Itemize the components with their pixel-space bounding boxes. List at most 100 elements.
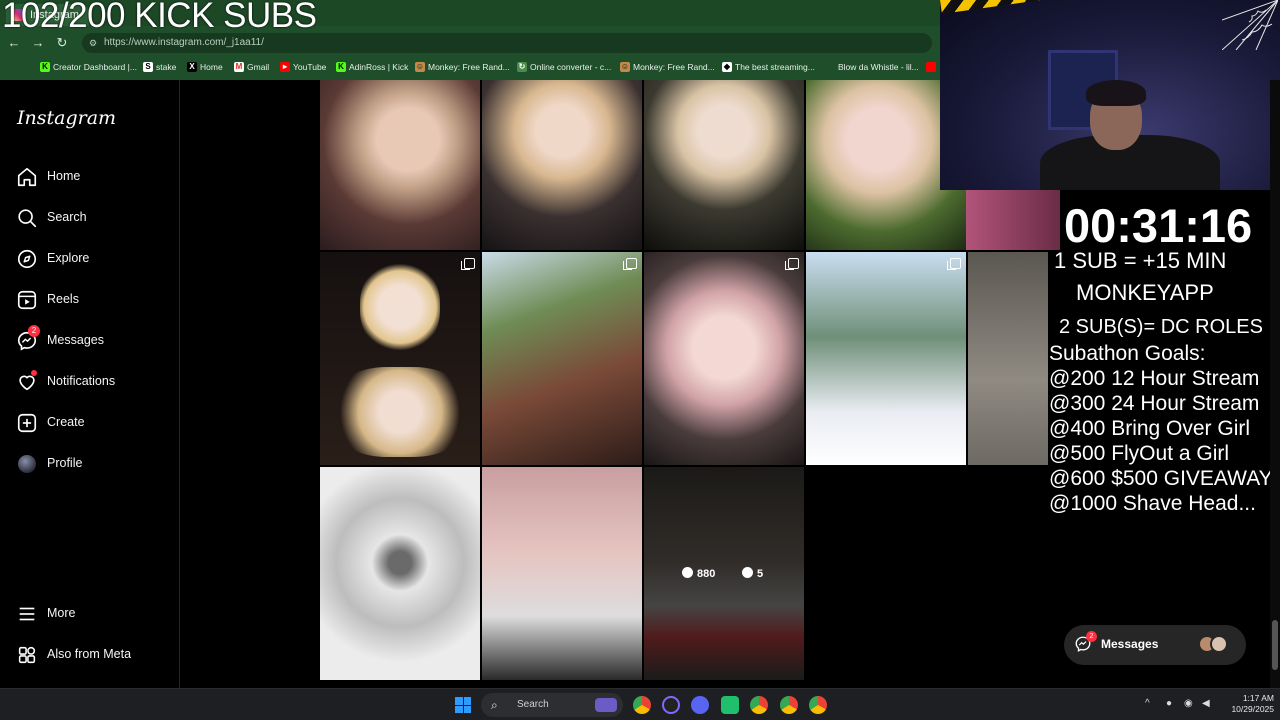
url-field[interactable]: ⚙ https://www.instagram.com/_j1aa11/ <box>82 33 932 53</box>
converter-icon: ↻ <box>517 62 527 72</box>
sidebar-item-create[interactable]: Create <box>16 410 166 436</box>
app-icon[interactable] <box>662 696 680 714</box>
bookmark-item[interactable]: ☺ Monkey: Free Rand... <box>415 59 510 75</box>
streamer-hair <box>1086 80 1146 106</box>
x-icon: X <box>187 62 197 72</box>
sidebar-item-messages[interactable]: 2 Messages <box>16 325 166 354</box>
overlay-line: 2 SUB(S)= DC ROLES <box>1059 316 1263 338</box>
messages-float-badge: 2 <box>1086 631 1097 642</box>
bookmark-item[interactable]: M Gmail <box>234 59 269 75</box>
sidebar-item-explore[interactable]: Explore <box>16 246 166 272</box>
network-icon[interactable]: ◉ <box>1184 698 1193 709</box>
sidebar-item-search[interactable]: Search <box>16 205 166 231</box>
chrome-icon[interactable] <box>633 696 651 714</box>
bookmark-item[interactable]: ◆ The best streaming... <box>722 59 815 75</box>
photo-subject <box>360 262 440 352</box>
subathon-timer: 00:31:16 <box>1064 199 1253 252</box>
likes-count: 880 <box>682 567 715 580</box>
instagram-sidebar: Instagram Home Search Explore Reels 2 Me… <box>0 80 180 688</box>
bookmark-item[interactable]: K Creator Dashboard |... <box>40 59 137 75</box>
discord-icon[interactable] <box>691 696 709 714</box>
bookmark-item[interactable]: Sstake <box>143 59 176 75</box>
post-thumbnail[interactable] <box>482 80 642 250</box>
post-thumbnail[interactable] <box>320 467 480 680</box>
chrome-icon[interactable] <box>750 696 768 714</box>
post-thumbnail[interactable] <box>644 80 804 250</box>
bookmark-item[interactable]: X Home <box>187 59 223 75</box>
spiderweb-icon <box>1222 0 1278 50</box>
chrome-icon[interactable] <box>809 696 827 714</box>
volume-icon[interactable]: ◀ <box>1202 698 1210 709</box>
bookmark-item[interactable]: ↻ Online converter - c... <box>517 59 611 75</box>
heart-filled-icon <box>682 567 693 578</box>
windows-start-icon[interactable] <box>455 697 471 713</box>
microphone-icon[interactable]: ● <box>1166 698 1172 709</box>
app-icon[interactable] <box>721 696 739 714</box>
bookmark-item[interactable]: ☺ Monkey: Free Rand... <box>620 59 715 75</box>
post-hover-overlay <box>644 467 804 680</box>
clock-time: 1:17 AM <box>1242 693 1274 703</box>
reels-icon <box>17 290 37 310</box>
url-text: https://www.instagram.com/_j1aa11/ <box>104 37 264 48</box>
carousel-icon <box>623 258 637 270</box>
post-thumbnail-partial[interactable] <box>966 190 1060 250</box>
gmail-icon: M <box>234 62 244 72</box>
sidebar-item-profile[interactable]: Profile <box>16 451 166 477</box>
reload-icon[interactable]: ↻ <box>54 35 70 51</box>
scrollbar-thumb[interactable] <box>1272 620 1278 670</box>
bookmarks-bar: K Creator Dashboard |... Sstake X Home M Gm… <box>0 56 940 78</box>
overlay-goal: @400 Bring Over Girl <box>1049 417 1251 440</box>
post-thumbnail[interactable] <box>968 252 1048 465</box>
post-thumbnail[interactable] <box>482 252 642 465</box>
back-arrow-icon[interactable]: ← <box>6 35 22 51</box>
clock-date: 10/29/2025 <box>1231 704 1274 714</box>
page-scrollbar[interactable] <box>1270 80 1280 688</box>
music-icon <box>825 62 835 72</box>
site-info-icon[interactable]: ⚙ <box>89 33 97 53</box>
post-thumbnail[interactable] <box>320 252 480 465</box>
carousel-icon <box>785 258 799 270</box>
messages-float-button[interactable]: 2 Messages <box>1064 625 1246 665</box>
compass-icon <box>17 249 37 269</box>
photo-subject <box>330 367 470 457</box>
bookmark-item[interactable]: Blow da Whistle - lil... <box>825 59 919 75</box>
bookmark-item[interactable]: K AdinRoss | Kick <box>336 59 408 75</box>
messages-badge: 2 <box>28 325 40 337</box>
sidebar-item-also-from-meta[interactable]: Also from Meta <box>16 642 166 668</box>
overlay-goal: @600 $500 GIVEAWAY <box>1049 467 1273 490</box>
sidebar-item-notifications[interactable]: Notifications <box>16 369 166 395</box>
carousel-icon <box>947 258 961 270</box>
overlay-goal: @1000 Shave Head... <box>1049 492 1256 515</box>
sidebar-item-home[interactable]: Home <box>16 164 166 190</box>
overlay-line: Subathon Goals: <box>1049 342 1206 365</box>
post-thumbnail[interactable] <box>482 467 642 680</box>
bookmark-item[interactable]: ▸ YouTube <box>280 59 326 75</box>
forward-arrow-icon[interactable]: → <box>30 35 46 51</box>
taskbar-clock[interactable]: 1:17 AM 10/29/2025 <box>1224 693 1274 715</box>
notification-dot <box>31 370 37 376</box>
comments-count: 5 <box>742 567 763 580</box>
meta-apps-icon <box>18 646 36 664</box>
home-icon <box>17 167 37 187</box>
sidebar-item-more[interactable]: More <box>16 601 166 627</box>
streamer-webcam <box>940 0 1280 190</box>
post-thumbnail[interactable] <box>320 80 480 250</box>
taskbar-search[interactable]: ⌕ Search <box>481 693 623 717</box>
overlay-goal: @500 FlyOut a Girl <box>1049 442 1230 465</box>
post-thumbnail[interactable] <box>644 252 804 465</box>
messages-float-label: Messages <box>1101 637 1159 651</box>
post-thumbnail[interactable] <box>806 252 966 465</box>
chrome-icon[interactable] <box>780 696 798 714</box>
youtube-icon <box>926 62 936 72</box>
post-thumbnail-hovered[interactable]: 880 5 <box>644 467 804 680</box>
instagram-logo[interactable]: Instagram <box>17 107 116 129</box>
chevron-up-icon[interactable]: ^ <box>1145 698 1150 709</box>
hamburger-menu-icon <box>19 607 35 621</box>
caution-tape-decoration <box>940 0 1081 14</box>
windows-taskbar: ⌕ Search ^ ● ◉ ◀ 1:17 AM 10/29/2025 <box>0 688 1280 720</box>
sidebar-item-reels[interactable]: Reels <box>16 287 166 313</box>
monkey-icon: ☺ <box>415 62 425 72</box>
overlay-goal: @200 12 Hour Stream <box>1049 367 1260 390</box>
avatar <box>18 455 36 473</box>
overlay-goal: @300 24 Hour Stream <box>1049 392 1260 415</box>
